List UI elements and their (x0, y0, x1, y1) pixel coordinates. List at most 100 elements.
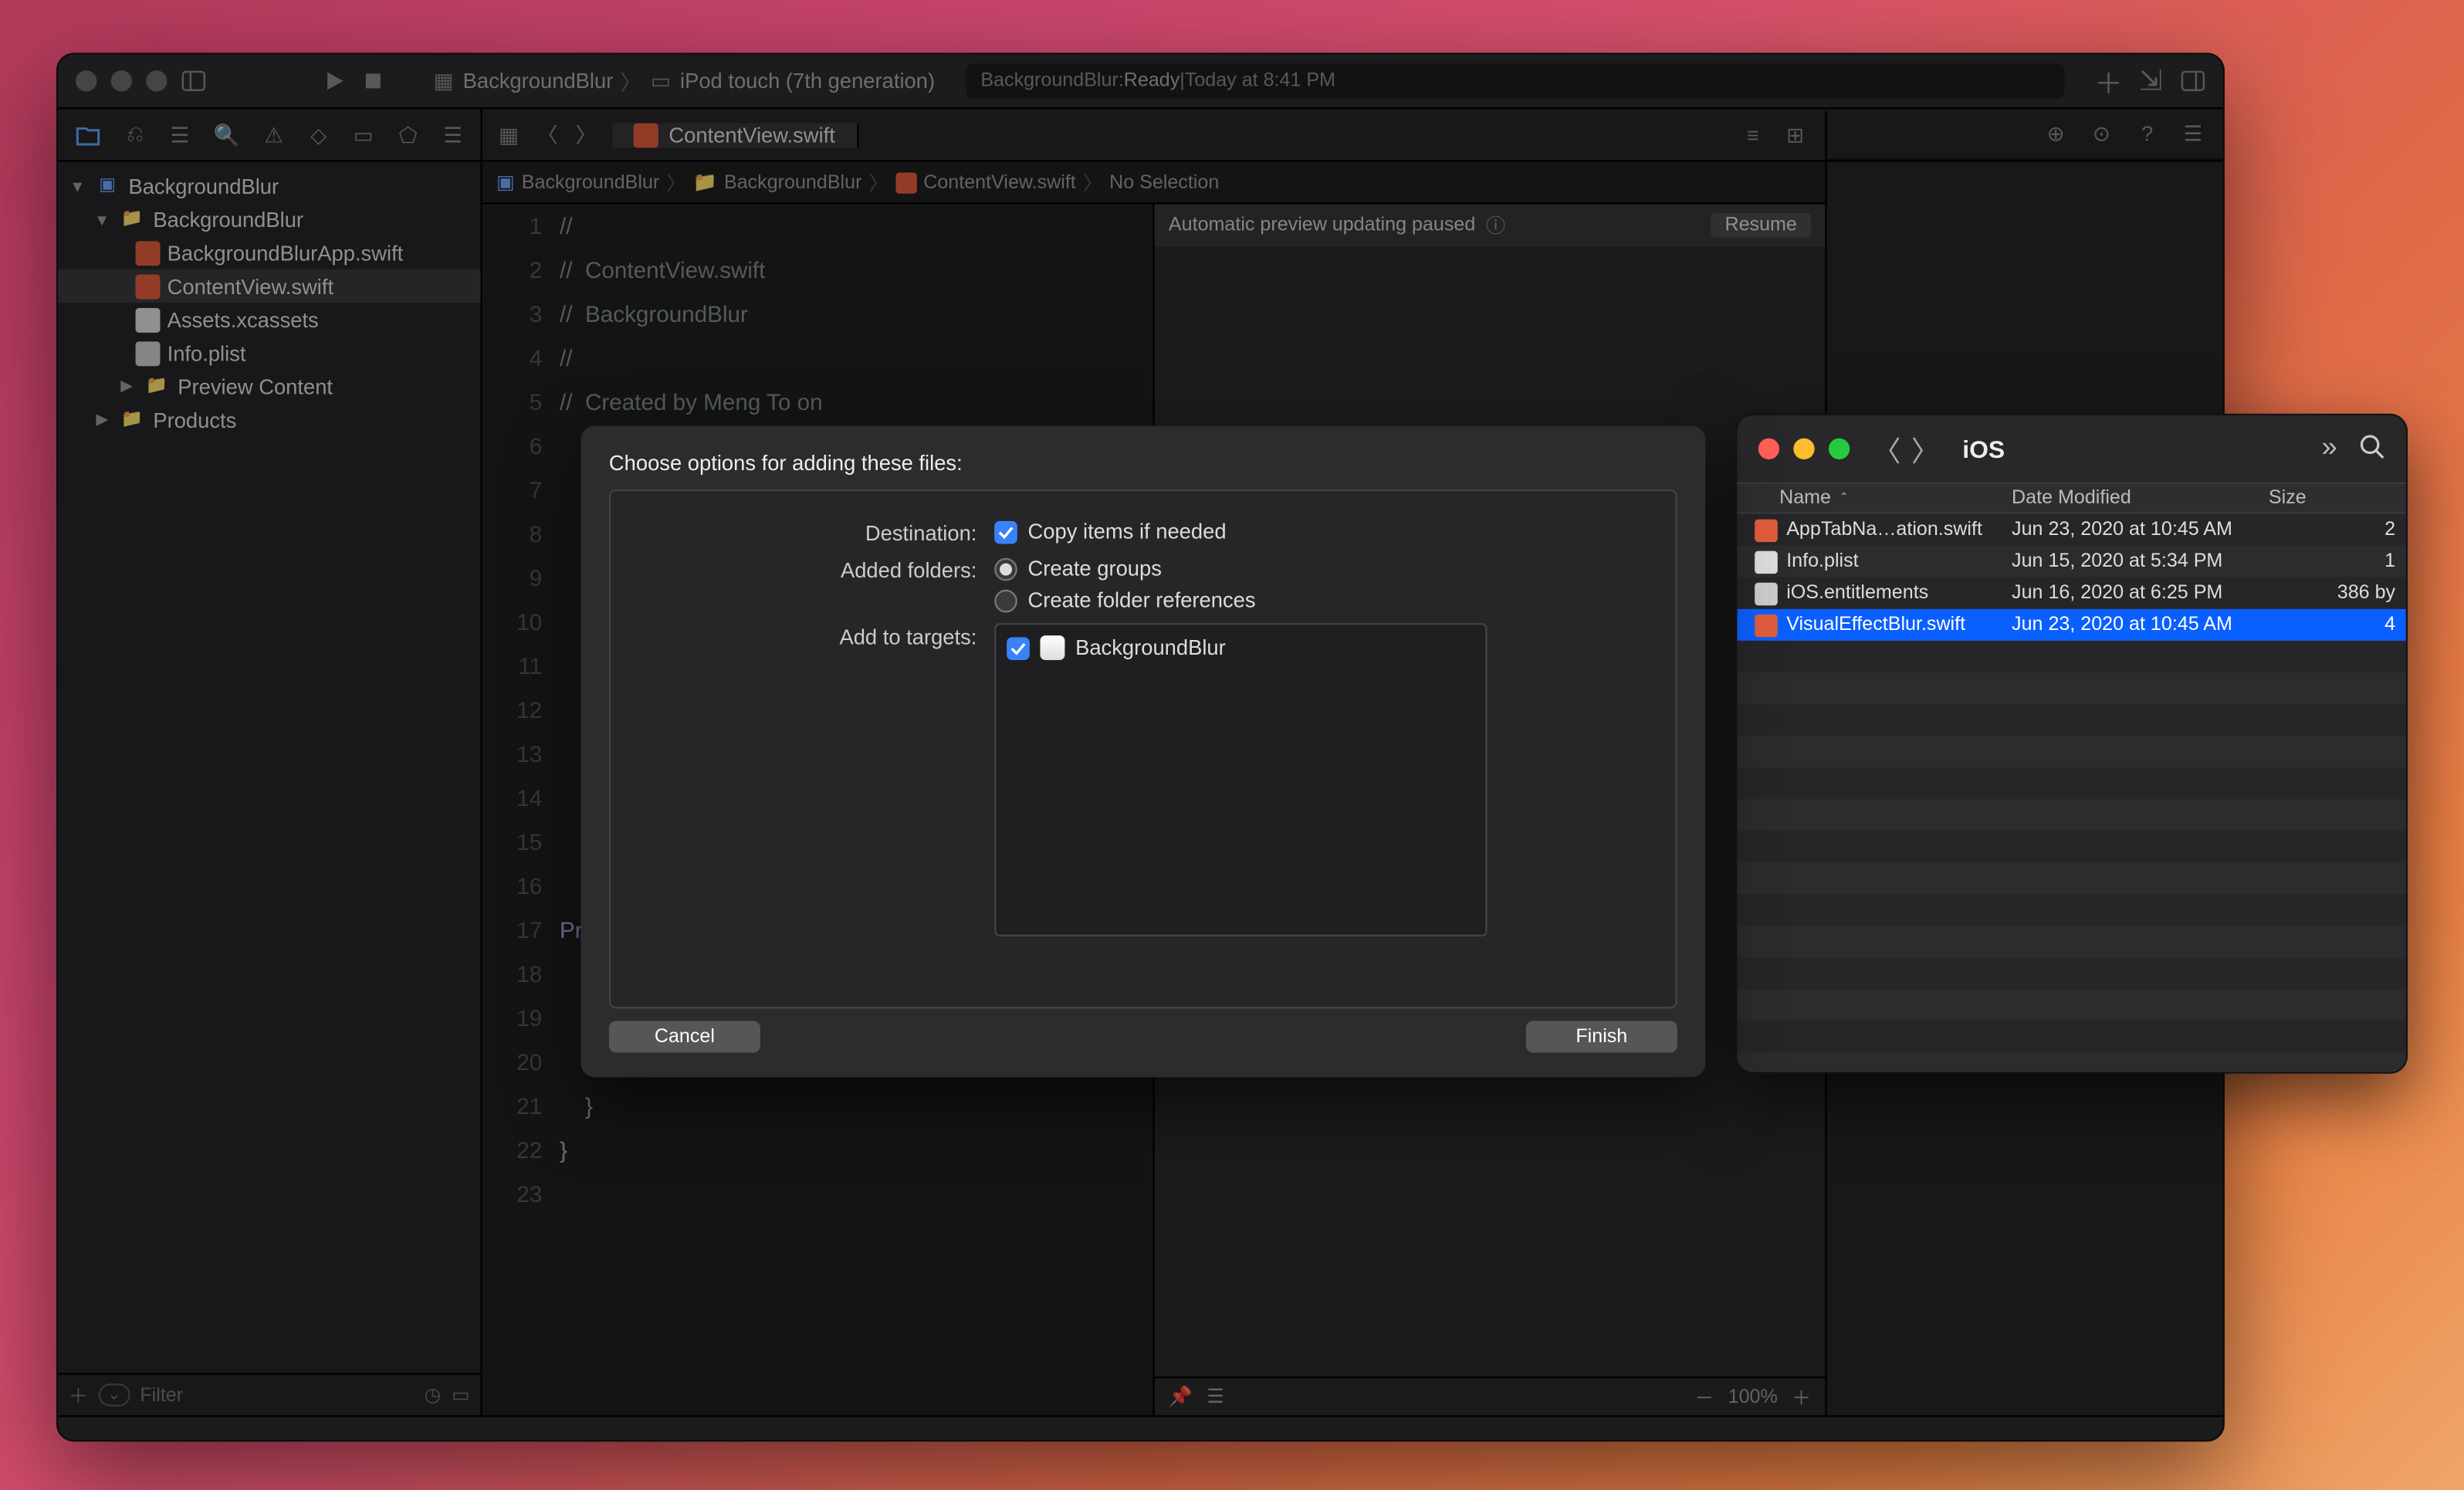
disclosure-triangle-icon[interactable]: ▶ (118, 377, 136, 396)
assets-icon (136, 307, 161, 332)
pin-icon[interactable]: 📌 (1169, 1385, 1193, 1408)
disclosure-triangle-icon[interactable]: ▶ (93, 410, 111, 429)
tree-project-root[interactable]: ▼ ▣ BackgroundBlur (58, 169, 480, 202)
finder-row-empty (1737, 1021, 2405, 1052)
close-icon[interactable] (1758, 439, 1779, 459)
activity-viewer: BackgroundBlur: Ready | Today at 8:41 PM (966, 63, 2064, 99)
finder-row[interactable]: iOS.entitlementsJun 16, 2020 at 6:25 PM3… (1737, 577, 2405, 609)
editor-lines-icon[interactable]: ≡ (1741, 122, 1765, 147)
recent-icon[interactable]: ◷ (424, 1383, 441, 1407)
find-navigator-icon[interactable]: 🔍 (215, 122, 239, 147)
debug-navigator-icon[interactable]: ▭ (354, 122, 374, 147)
finder-column-header[interactable]: Name ˆ Date Modified Size (1737, 483, 2405, 514)
test-navigator-icon[interactable]: ◇ (309, 122, 329, 147)
close-icon[interactable] (76, 70, 96, 91)
minimize-icon[interactable] (111, 70, 132, 91)
finder-row[interactable]: AppTabNa…ation.swiftJun 23, 2020 at 10:4… (1737, 514, 2405, 546)
related-items-icon[interactable]: ▦ (496, 122, 521, 147)
chevron-right-icon: 〉 (620, 66, 641, 97)
issue-navigator-icon[interactable]: ⚠ (264, 122, 284, 147)
zoom-out-icon[interactable]: － (1694, 1383, 1714, 1410)
finder-row[interactable]: Info.plistJun 15, 2020 at 5:34 PM1 (1737, 546, 2405, 577)
checkbox-label: Copy items if needed (1028, 520, 1227, 544)
report-navigator-icon[interactable]: ☰ (442, 122, 462, 147)
create-groups-radio[interactable]: Create groups (994, 556, 1255, 581)
back-icon[interactable]: 〈 (535, 122, 560, 147)
filter-input[interactable] (140, 1384, 413, 1405)
zoom-icon[interactable] (146, 70, 167, 91)
zoom-in-icon[interactable]: ＋ (1792, 1383, 1811, 1410)
jump-selection[interactable]: No Selection (1109, 171, 1219, 192)
settings-icon[interactable]: ☰ (1207, 1385, 1224, 1408)
finish-button[interactable]: Finish (1526, 1021, 1677, 1052)
copy-items-checkbox[interactable]: Copy items if needed (994, 520, 1226, 544)
filter-scope-icon[interactable]: ⌄ (99, 1383, 130, 1407)
tree-file[interactable]: Info.plist (58, 336, 480, 369)
add-icon[interactable]: ＋ (69, 1381, 88, 1409)
plus-icon[interactable]: ＋ (2096, 69, 2120, 93)
disclosure-triangle-icon[interactable]: ▼ (69, 177, 86, 195)
resume-button[interactable]: Resume (1711, 213, 1811, 238)
search-icon[interactable] (2358, 433, 2384, 465)
scm-filter-icon[interactable]: ▭ (452, 1383, 470, 1407)
chevron-right-icon: 〉 (666, 168, 685, 196)
jump-group[interactable]: BackgroundBlur (724, 171, 861, 192)
library-icon[interactable]: ⇲ (2138, 69, 2163, 93)
inspector-toggle-icon[interactable] (2181, 69, 2205, 93)
file-date: Jun 15, 2020 at 5:34 PM (2001, 551, 2258, 572)
review-icon[interactable]: ⊙ (2089, 121, 2114, 146)
tree-file[interactable]: Assets.xcassets (58, 303, 480, 336)
finder-file-list[interactable]: AppTabNa…ation.swiftJun 23, 2020 at 10:4… (1737, 514, 2405, 1074)
tree-file[interactable]: BackgroundBlurApp.swift (58, 236, 480, 269)
finder-row[interactable]: VisualEffectBlur.swiftJun 23, 2020 at 10… (1737, 609, 2405, 641)
stop-icon[interactable] (360, 69, 385, 93)
col-size-header[interactable]: Size (2258, 484, 2406, 512)
source-control-icon[interactable]: ⎌ (125, 122, 145, 147)
breakpoint-navigator-icon[interactable]: ⬠ (398, 122, 418, 147)
zoom-icon[interactable] (1829, 439, 1850, 459)
adjust-editor-icon[interactable]: ⊞ (1783, 122, 1808, 147)
finder-titlebar: 〈 〉 iOS » (1737, 415, 2405, 483)
finder-row-empty (1737, 641, 2405, 672)
col-date-header[interactable]: Date Modified (2001, 484, 2258, 512)
swift-file-icon (136, 274, 161, 299)
help-icon[interactable]: ? (2135, 121, 2160, 146)
tree-label: BackgroundBlur (153, 207, 303, 232)
zoom-level: 100% (1728, 1387, 1778, 1407)
disclosure-triangle-icon[interactable]: ▼ (93, 210, 111, 228)
tree-group[interactable]: ▶ 📁 Products (58, 403, 480, 436)
finder-row-empty (1737, 799, 2405, 831)
info-icon[interactable]: ⓘ (1486, 212, 1505, 239)
tree-group[interactable]: ▼ 📁 BackgroundBlur (58, 202, 480, 235)
project-navigator-icon[interactable] (76, 122, 100, 147)
target-checkbox[interactable] (1007, 636, 1030, 659)
back-icon[interactable]: 〈 (1867, 428, 1906, 470)
jump-bar[interactable]: ▣ BackgroundBlur 〉 📁 BackgroundBlur 〉 Co… (482, 162, 1826, 205)
tree-label: BackgroundBlurApp.swift (168, 240, 404, 265)
tree-file-selected[interactable]: ContentView.swift (58, 269, 480, 303)
cancel-button[interactable]: Cancel (609, 1021, 760, 1052)
chevron-right-icon: 〉 (1083, 168, 1102, 196)
destination-label: Destination: (639, 520, 977, 546)
more-icon[interactable]: » (2322, 433, 2337, 465)
add-file-icon[interactable]: ⊕ (2043, 121, 2068, 146)
forward-icon[interactable]: 〉 (1906, 428, 1944, 470)
forward-icon[interactable]: 〉 (574, 122, 598, 147)
create-folder-refs-radio[interactable]: Create folder references (994, 588, 1255, 613)
targets-list[interactable]: BackgroundBlur (994, 623, 1487, 936)
target-row[interactable]: BackgroundBlur (1007, 635, 1474, 660)
run-icon[interactable] (322, 69, 347, 93)
swift-file-icon (634, 122, 658, 147)
tree-group[interactable]: ▶ 📁 Preview Content (58, 370, 480, 403)
editor-tab[interactable]: ContentView.swift (612, 122, 858, 147)
minimize-icon[interactable] (1793, 439, 1814, 459)
jump-project[interactable]: BackgroundBlur (522, 171, 659, 192)
jump-file[interactable]: ContentView.swift (923, 171, 1076, 192)
sidebar-toggle-icon[interactable] (181, 69, 206, 93)
finder-row-empty (1737, 1052, 2405, 1073)
options-icon[interactable]: ☰ (2181, 121, 2205, 146)
symbol-navigator-icon[interactable]: ☰ (170, 122, 190, 147)
col-name-header[interactable]: Name ˆ (1737, 484, 2001, 512)
tree-label: Preview Content (178, 374, 333, 399)
scheme-selector[interactable]: ▦ BackgroundBlur 〉 ▭ iPod touch (7th gen… (432, 66, 935, 97)
